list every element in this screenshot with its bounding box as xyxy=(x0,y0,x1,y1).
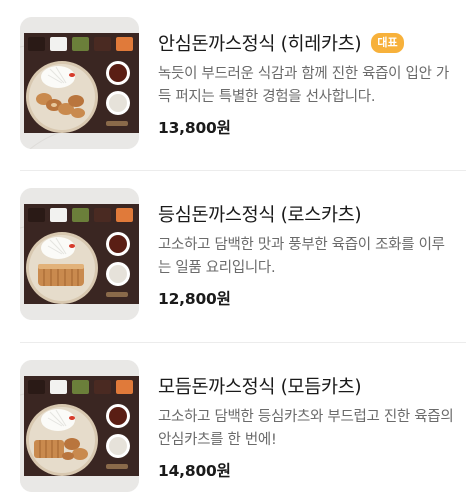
menu-item-mixed-katsu[interactable]: 모듬돈까스정식 (모듬카츠) 고소하고 담백한 등심카츠와 부드럽고 진한 육즙… xyxy=(0,343,466,504)
rosu-katsu-set-photo xyxy=(20,188,139,320)
menu-item-title: 모듬돈까스정식 (모듬카츠) xyxy=(158,377,362,398)
signature-badge: 대표 xyxy=(371,33,404,53)
menu-item-info: 안심돈까스정식 (히레카츠) 대표 녹듯이 부드러운 식감과 함께 진한 육즙이… xyxy=(158,30,454,138)
menu-list: 안심돈까스정식 (히레카츠) 대표 녹듯이 부드러운 식감과 함께 진한 육즙이… xyxy=(0,0,466,504)
menu-item-price: 13,800원 xyxy=(158,119,231,137)
menu-item-price: 12,800원 xyxy=(158,290,231,308)
menu-item-description: 녹듯이 부드러운 식감과 함께 진한 육즙이 입안 가득 퍼지는 특별한 경험을… xyxy=(158,66,449,105)
menu-item-info: 등심돈까스정식 (로스카츠) 고소하고 담백한 맛과 풍부한 육즙이 조화를 이… xyxy=(158,201,454,309)
hire-katsu-set-photo xyxy=(20,17,139,149)
mixed-katsu-set-photo xyxy=(20,360,139,492)
menu-item-description: 고소하고 담백한 맛과 풍부한 육즙이 조화를 이루는 일품 요리입니다. xyxy=(158,237,445,276)
menu-item-title: 안심돈까스정식 (히레카츠) xyxy=(158,34,362,55)
menu-item-price: 14,800원 xyxy=(158,462,231,480)
menu-item-hire-katsu[interactable]: 안심돈까스정식 (히레카츠) 대표 녹듯이 부드러운 식감과 함께 진한 육즙이… xyxy=(0,0,466,172)
menu-item-info: 모듬돈까스정식 (모듬카츠) 고소하고 담백한 등심카츠와 부드럽고 진한 육즙… xyxy=(158,373,454,481)
title-row: 모듬돈까스정식 (모듬카츠) xyxy=(158,373,454,399)
menu-item-title: 등심돈까스정식 (로스카츠) xyxy=(158,205,362,226)
menu-item-rosu-katsu[interactable]: 등심돈까스정식 (로스카츠) 고소하고 담백한 맛과 풍부한 육즙이 조화를 이… xyxy=(0,171,466,343)
title-row: 등심돈까스정식 (로스카츠) xyxy=(158,201,454,227)
title-row: 안심돈까스정식 (히레카츠) 대표 xyxy=(158,30,454,56)
menu-item-description: 고소하고 담백한 등심카츠와 부드럽고 진한 육즙의 안심카츠를 한 번에! xyxy=(158,409,454,448)
